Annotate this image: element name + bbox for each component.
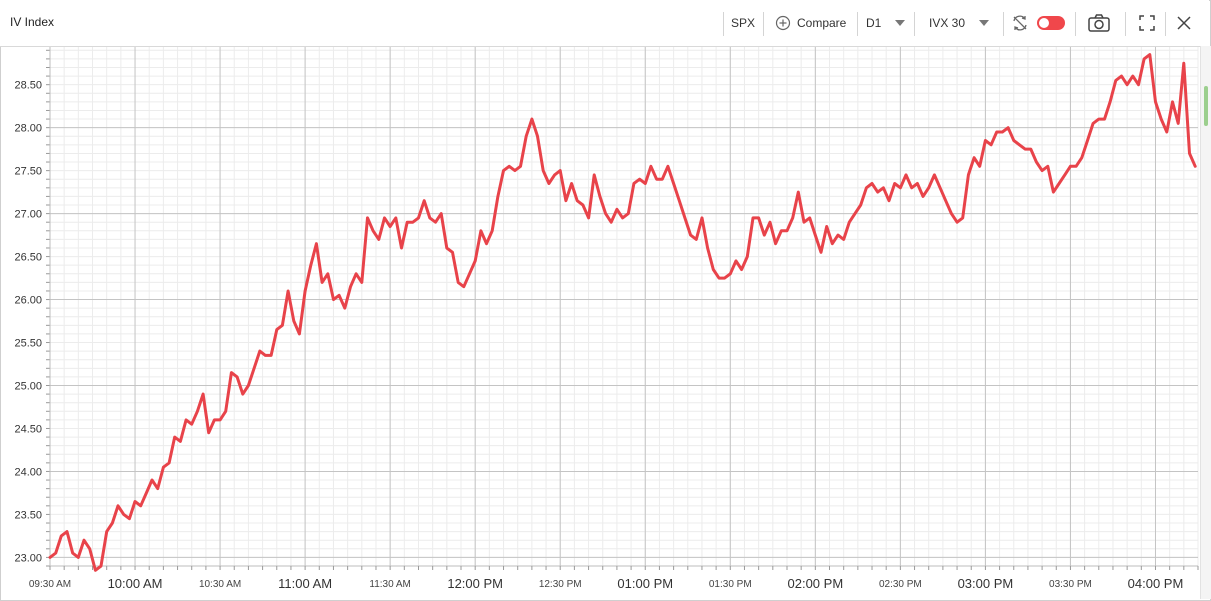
add-circle-icon	[775, 15, 791, 31]
x-tick-label: 03:00 PM	[958, 576, 1014, 591]
y-tick-label: 25.50	[14, 338, 42, 350]
timeframe-dropdown[interactable]: D1	[866, 0, 906, 46]
y-tick-label: 25.00	[14, 381, 42, 393]
fullscreen-button[interactable]	[1138, 0, 1156, 46]
close-icon	[1177, 16, 1191, 30]
toolbar-separator	[914, 12, 915, 36]
iv-index-chart: 23.00 23.50 24.00 24.50 25.00 25.50 26.00 26.50…	[14, 46, 1199, 591]
y-tick-label: 27.50	[14, 166, 42, 178]
x-tick-label: 01:30 PM	[709, 579, 752, 590]
x-tick-label: 04:00 PM	[1128, 576, 1184, 591]
x-tick-label: 01:00 PM	[617, 576, 673, 591]
x-tick-label: 03:30 PM	[1049, 579, 1092, 590]
toolbar-separator	[723, 12, 724, 36]
toggle-switch	[1037, 16, 1065, 30]
y-tick-label: 23.00	[14, 552, 42, 564]
x-tick-label: 12:00 PM	[447, 576, 503, 591]
side-panel-strip	[1200, 46, 1211, 599]
fullscreen-icon	[1139, 15, 1155, 31]
screenshot-button[interactable]	[1087, 0, 1111, 46]
x-tick-label: 12:30 PM	[539, 579, 582, 590]
chart-toolbar: IV Index SPX Compare D1 IVX 30	[0, 0, 1209, 47]
toolbar-separator	[1165, 12, 1166, 36]
compare-button[interactable]: Compare	[775, 0, 846, 46]
chart-title: IV Index	[10, 15, 55, 29]
y-tick-label: 23.50	[14, 509, 42, 521]
toolbar-separator	[1075, 12, 1076, 36]
toolbar-separator	[1003, 12, 1004, 36]
x-tick-label: 10:30 AM	[199, 579, 241, 590]
sync-icon	[1013, 15, 1027, 31]
sync-toggle[interactable]	[1037, 0, 1065, 46]
y-tick-label: 28.00	[14, 123, 42, 135]
y-tick-label: 24.50	[14, 423, 42, 435]
compare-label: Compare	[797, 16, 847, 30]
toolbar-separator	[763, 12, 764, 36]
x-tick-label: 02:30 PM	[879, 579, 922, 590]
plot-area	[50, 46, 1198, 566]
indicator-value: IVX 30	[929, 16, 966, 30]
sync-button[interactable]	[1011, 0, 1029, 46]
y-tick-label: 27.00	[14, 209, 42, 221]
x-tick-label: 11:30 AM	[369, 579, 411, 590]
symbol-selector[interactable]: SPX	[731, 0, 755, 46]
y-tick-label: 28.50	[14, 80, 42, 92]
symbol-label: SPX	[731, 16, 756, 30]
chevron-down-icon	[895, 20, 906, 26]
chevron-down-icon	[979, 20, 990, 26]
toolbar-separator	[857, 12, 858, 36]
toolbar-separator	[1125, 12, 1126, 36]
y-tick-label: 26.00	[14, 295, 42, 307]
y-tick-label: 24.00	[14, 466, 42, 478]
x-tick-label: 02:00 PM	[788, 576, 844, 591]
x-tick-label: 10:00 AM	[108, 576, 163, 591]
close-button[interactable]	[1176, 0, 1192, 46]
x-tick-label: 09:30 AM	[29, 579, 71, 590]
y-tick-label: 26.50	[14, 252, 42, 264]
x-tick-label: 11:00 AM	[278, 576, 332, 591]
indicator-dropdown[interactable]: IVX 30	[929, 0, 990, 46]
timeframe-value: D1	[866, 16, 882, 30]
camera-icon	[1088, 14, 1110, 32]
